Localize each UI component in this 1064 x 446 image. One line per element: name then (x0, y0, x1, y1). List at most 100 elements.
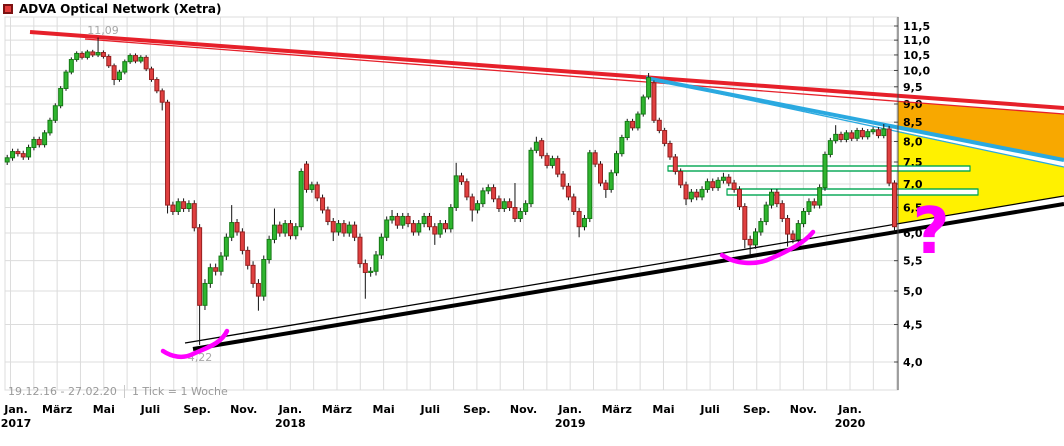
candle[interactable] (891, 182, 897, 228)
candle[interactable] (373, 254, 379, 272)
candle[interactable] (197, 227, 203, 306)
candle[interactable] (239, 231, 245, 251)
candle[interactable] (651, 82, 657, 121)
candle[interactable] (688, 191, 694, 200)
candle[interactable] (426, 215, 432, 228)
candle[interactable] (801, 210, 807, 225)
candle[interactable] (769, 191, 775, 206)
candle[interactable] (742, 206, 748, 240)
candle[interactable] (90, 51, 96, 56)
candle[interactable] (710, 181, 716, 189)
candle[interactable] (753, 231, 758, 246)
candle[interactable] (720, 176, 726, 181)
candle[interactable] (581, 217, 587, 228)
candle[interactable] (459, 175, 465, 183)
candle[interactable] (52, 105, 58, 121)
candle[interactable] (229, 222, 235, 238)
candle[interactable] (320, 197, 326, 211)
candle[interactable] (357, 236, 363, 265)
candle[interactable] (469, 196, 475, 211)
candle[interactable] (250, 264, 256, 284)
candle[interactable] (587, 152, 593, 219)
candle[interactable] (785, 217, 791, 235)
candle[interactable] (15, 151, 21, 155)
candle[interactable] (416, 223, 422, 233)
candle[interactable] (79, 52, 85, 58)
candle[interactable] (36, 138, 42, 146)
candle[interactable] (293, 226, 299, 237)
candle[interactable] (378, 236, 384, 256)
candle[interactable] (507, 201, 513, 209)
candle[interactable] (608, 172, 614, 190)
candle[interactable] (255, 282, 261, 297)
candle[interactable] (405, 215, 411, 225)
candle[interactable] (533, 141, 539, 151)
candle[interactable] (849, 132, 855, 139)
candle[interactable] (715, 179, 721, 189)
candle[interactable] (838, 133, 844, 140)
candle[interactable] (314, 184, 320, 199)
question-mark-annotation[interactable]: ? (912, 195, 949, 269)
candle[interactable] (453, 175, 459, 209)
candle[interactable] (346, 224, 352, 234)
candle[interactable] (865, 131, 871, 138)
candle[interactable] (116, 71, 122, 81)
candle[interactable] (74, 52, 80, 61)
candle[interactable] (517, 210, 523, 219)
candle[interactable] (571, 196, 577, 212)
candle[interactable] (560, 173, 566, 187)
candle[interactable] (277, 224, 283, 234)
candle[interactable] (68, 59, 74, 73)
candle[interactable] (448, 207, 454, 230)
candle[interactable] (138, 56, 144, 62)
candle[interactable] (127, 55, 133, 63)
candle[interactable] (779, 203, 785, 219)
candle[interactable] (523, 203, 529, 212)
candle[interactable] (475, 203, 481, 211)
candle[interactable] (202, 282, 208, 306)
candle[interactable] (4, 157, 10, 163)
candle[interactable] (464, 181, 470, 198)
candle[interactable] (790, 233, 796, 240)
candle[interactable] (47, 119, 53, 134)
candle[interactable] (549, 158, 555, 166)
candle[interactable] (287, 223, 293, 237)
candle[interactable] (234, 222, 240, 233)
candle[interactable] (410, 223, 416, 233)
candle[interactable] (400, 215, 406, 226)
candle[interactable] (223, 236, 229, 257)
candle[interactable] (298, 170, 304, 228)
candle[interactable] (886, 128, 892, 184)
candle[interactable] (218, 255, 224, 272)
candle[interactable] (325, 209, 331, 223)
candle[interactable] (181, 201, 187, 210)
candle[interactable] (165, 101, 171, 206)
candle[interactable] (843, 132, 849, 140)
candle[interactable] (20, 153, 26, 158)
candle[interactable] (432, 226, 438, 235)
candle[interactable] (304, 163, 310, 190)
candle[interactable] (635, 113, 641, 129)
candle[interactable] (245, 249, 251, 266)
candle[interactable] (132, 55, 138, 62)
candle[interactable] (875, 129, 881, 137)
candle[interactable] (362, 263, 368, 273)
candle[interactable] (555, 158, 561, 175)
candle[interactable] (827, 140, 833, 155)
candle[interactable] (485, 187, 491, 192)
candle[interactable] (368, 270, 374, 273)
candle[interactable] (539, 140, 545, 157)
candle[interactable] (480, 190, 486, 205)
candle[interactable] (881, 128, 887, 137)
candle[interactable] (186, 203, 192, 210)
candle[interactable] (758, 221, 764, 233)
candle[interactable] (31, 138, 37, 148)
candle[interactable] (421, 215, 427, 225)
candle[interactable] (704, 181, 710, 190)
candle[interactable] (726, 176, 732, 184)
candle[interactable] (614, 153, 620, 174)
candle[interactable] (384, 219, 390, 238)
candle[interactable] (122, 61, 128, 73)
candle[interactable] (624, 120, 630, 139)
candle[interactable] (806, 201, 812, 212)
